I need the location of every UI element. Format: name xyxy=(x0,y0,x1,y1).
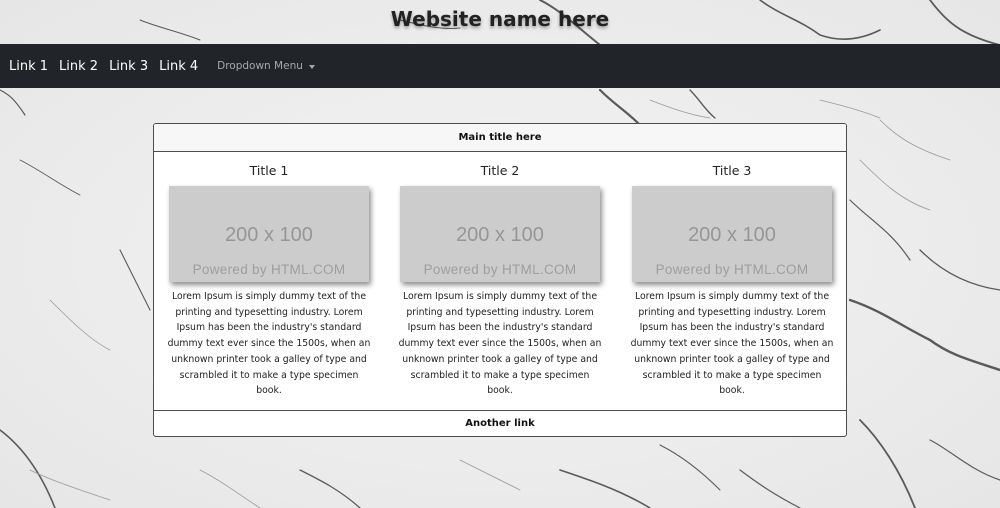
placeholder-caption: Powered by HTML.COM xyxy=(655,262,809,277)
column-text: Lorem Ipsum is simply dummy text of the … xyxy=(630,291,834,397)
caret-down-icon xyxy=(308,64,315,69)
placeholder-caption: Powered by HTML.COM xyxy=(423,262,577,277)
placeholder-caption: Powered by HTML.COM xyxy=(192,262,346,277)
column-2: Title 2 200 x 100 Powered by HTML.COM Lo… xyxy=(395,152,605,399)
placeholder-dimensions: 200 x 100 xyxy=(225,224,313,246)
placeholder-dimensions: 200 x 100 xyxy=(688,224,776,246)
site-header: Website name here xyxy=(0,0,1000,44)
nav-link-4[interactable]: Link 4 xyxy=(159,59,198,74)
column-title: Title 1 xyxy=(249,163,289,178)
dropdown-menu-toggle[interactable]: Dropdown Menu xyxy=(217,60,315,72)
column-1: Title 1 200 x 100 Powered by HTML.COM Lo… xyxy=(164,152,374,399)
main-card: Main title here Title 1 200 x 100 Powere… xyxy=(153,123,847,437)
dropdown-menu-label: Dropdown Menu xyxy=(217,60,303,72)
column-title: Title 3 xyxy=(712,163,752,178)
column-text: Lorem Ipsum is simply dummy text of the … xyxy=(398,291,602,397)
column-title: Title 2 xyxy=(480,163,520,178)
another-link[interactable]: Another link xyxy=(154,411,846,436)
nav-link-2[interactable]: Link 2 xyxy=(59,59,98,74)
placeholder-image: 200 x 100 Powered by HTML.COM xyxy=(400,186,600,282)
card-body: Title 1 200 x 100 Powered by HTML.COM Lo… xyxy=(154,152,846,411)
card-title: Main title here xyxy=(154,124,846,152)
nav-link-3[interactable]: Link 3 xyxy=(109,59,148,74)
nav-link-1[interactable]: Link 1 xyxy=(9,59,48,74)
placeholder-dimensions: 200 x 100 xyxy=(456,224,544,246)
navbar: Link 1 Link 2 Link 3 Link 4 Dropdown Men… xyxy=(0,44,1000,88)
placeholder-image: 200 x 100 Powered by HTML.COM xyxy=(169,186,369,282)
column-text: Lorem Ipsum is simply dummy text of the … xyxy=(167,291,371,397)
placeholder-image: 200 x 100 Powered by HTML.COM xyxy=(632,186,832,282)
site-title: Website name here xyxy=(390,7,610,31)
column-3: Title 3 200 x 100 Powered by HTML.COM Lo… xyxy=(627,152,837,399)
